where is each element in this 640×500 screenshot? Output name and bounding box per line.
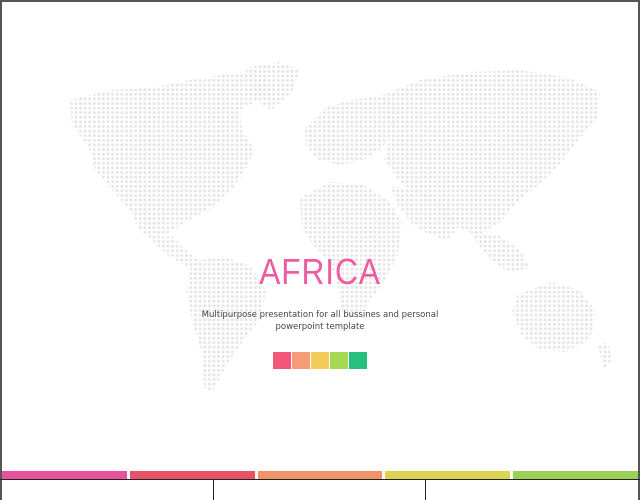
next-slide-column-divider	[425, 479, 426, 500]
color-stripes-bar	[2, 471, 638, 479]
swatch-yellow	[311, 352, 329, 369]
slide-subtitle: Multipurpose presentation for all bussin…	[200, 309, 440, 333]
next-slide-divider	[0, 479, 640, 480]
window-frame-top	[0, 0, 640, 2]
next-slide-column-divider	[213, 479, 214, 500]
stripe-red	[129, 471, 255, 479]
stripe-orange	[257, 471, 383, 479]
subtitle-line-1: Multipurpose presentation for all bussin…	[201, 310, 439, 320]
stripe-green	[513, 471, 638, 479]
swatch-red	[273, 352, 291, 369]
swatch-orange	[292, 352, 310, 369]
stripe-yellow	[385, 471, 511, 479]
color-swatches	[273, 352, 367, 369]
swatch-green	[349, 352, 367, 369]
window-frame-left	[0, 0, 2, 500]
stripe-pink	[2, 471, 127, 479]
slide-title: AFRICA	[259, 251, 381, 292]
subtitle-line-2: powerpoint template	[275, 322, 365, 332]
swatch-lime	[330, 352, 348, 369]
